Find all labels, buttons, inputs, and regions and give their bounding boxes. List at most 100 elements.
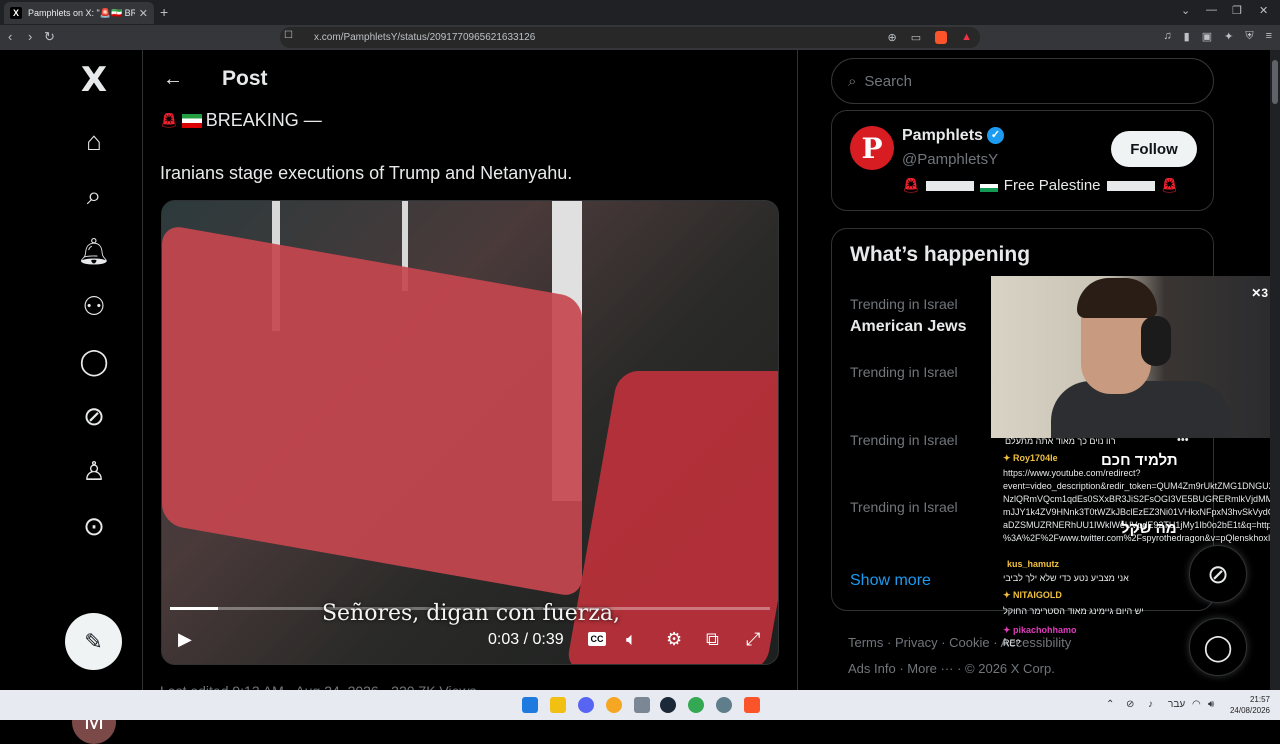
new-tab-icon[interactable]: +	[160, 4, 168, 20]
tray-network-icon[interactable]: ⊘	[1126, 699, 1134, 710]
captions-button[interactable]: CC	[588, 632, 606, 646]
music-icon[interactable]: ♫	[1163, 30, 1171, 43]
messages-fab-button[interactable]: ◯	[1189, 618, 1247, 676]
chat-username-text: pikachohhamo	[1013, 625, 1077, 635]
grok-icon[interactable]: ⊘	[74, 396, 114, 436]
pamphlets-avatar[interactable]: P	[850, 126, 894, 170]
webcam-person-hair	[1077, 278, 1157, 318]
x-logo-icon[interactable]: X	[74, 60, 114, 100]
tray-wifi-icon[interactable]: ◠	[1192, 699, 1201, 710]
tray-time: 21:57	[1249, 695, 1270, 704]
profile-name[interactable]: Pamphlets ✓	[902, 127, 1004, 145]
follow-icon[interactable]: ⚇	[74, 286, 114, 326]
footer-link-terms[interactable]: Terms	[848, 635, 883, 650]
fullscreen-icon[interactable]: ⤢	[746, 629, 760, 650]
browser-tab[interactable]: X Pamphlets on X: "🚨🇮🇷 BREAKING ✕	[4, 2, 154, 24]
chrome-canary-icon[interactable]	[606, 697, 622, 713]
profile-name-text: Pamphlets	[902, 127, 983, 144]
rewards-icon[interactable]: ▲	[961, 31, 972, 44]
ai-icon[interactable]: ✦	[1224, 30, 1233, 43]
stream-logo-icon: ✕3	[1251, 286, 1268, 300]
tray-language[interactable]: עבר	[1168, 699, 1185, 710]
scrollbar-thumb[interactable]	[1272, 60, 1278, 104]
back-arrow-icon[interactable]: ←	[163, 68, 183, 91]
follow-button[interactable]: Follow	[1111, 131, 1197, 167]
wallet-icon[interactable]: ▣	[1202, 30, 1212, 43]
tab-close-icon[interactable]: ✕	[139, 7, 148, 20]
footer-link-cookie[interactable]: Cookie	[949, 635, 989, 650]
scrollbar[interactable]	[1270, 50, 1280, 690]
messages-icon[interactable]: ◯	[74, 341, 114, 381]
iran-flag-icon	[181, 113, 202, 128]
windows-taskbar: ⌃ ⊘ ♪ עבר ◠ 🔊︎ 21:57 24/08/2026	[0, 690, 1280, 720]
browser-tab-strip: X Pamphlets on X: "🚨🇮🇷 BREAKING ✕ + ⌄ — …	[0, 0, 1280, 25]
siren-icon: 🚨︎	[160, 112, 178, 128]
video-frame-flag	[162, 223, 582, 599]
grok-icon: ⊘	[1207, 558, 1229, 589]
brave-shields-icon[interactable]	[935, 31, 948, 44]
search-input[interactable]: ⌕ Search	[831, 58, 1214, 104]
palestine-flag-icon	[979, 179, 998, 192]
messages-icon: ◯	[1203, 631, 1233, 662]
siren-icon: 🚨︎	[902, 177, 920, 193]
explore-icon[interactable]: ⌕	[74, 176, 114, 216]
trend-title[interactable]: American Jews	[850, 318, 967, 336]
bookmark-icon[interactable]: ☐	[284, 30, 293, 41]
minimize-icon[interactable]: —	[1206, 4, 1217, 16]
start-icon[interactable]	[522, 697, 538, 713]
app-icon[interactable]	[688, 697, 704, 713]
chat-username: ✦ Roy1704le	[1003, 453, 1058, 463]
extensions-bar: ♫ ▮ ▣ ✦ ⛨ ≡	[1163, 30, 1272, 43]
forward-nav-icon[interactable]: ›	[28, 29, 32, 44]
tray-clock[interactable]: 21:57 24/08/2026	[1230, 694, 1270, 716]
footer-link-privacy[interactable]: Privacy	[895, 635, 938, 650]
video-player[interactable]: Señores, digan con fuerza, ▶ 0:03 / 0:39…	[161, 200, 779, 665]
chat-username-text: Roy1704le	[1013, 453, 1058, 463]
settings-gear-icon[interactable]: ⚙	[666, 629, 682, 650]
tray-mic-icon[interactable]: ♪	[1148, 699, 1153, 710]
chat-username: kus_hamutz	[1007, 559, 1060, 569]
more-icon[interactable]: ⊙	[74, 506, 114, 546]
notifications-icon[interactable]: 🔔︎	[74, 231, 114, 271]
trend-category: Trending in Israel	[850, 296, 958, 312]
zoom-icon[interactable]: ⊕	[887, 31, 896, 44]
cast-icon[interactable]: ▭	[911, 31, 921, 44]
pip-icon[interactable]: ⧉	[706, 629, 719, 650]
show-more-link[interactable]: Show more	[850, 572, 931, 590]
maximize-icon[interactable]: ❐	[1232, 4, 1242, 17]
profile-icon[interactable]: ♙	[74, 451, 114, 491]
home-icon[interactable]: ⌂	[74, 121, 114, 161]
app-icon[interactable]	[634, 697, 650, 713]
back-nav-icon[interactable]: ‹	[8, 29, 12, 44]
sidebar-icon[interactable]: ▮	[1184, 30, 1190, 43]
file-explorer-icon[interactable]	[550, 697, 566, 713]
close-window-icon[interactable]: ✕	[1259, 4, 1268, 17]
footer-copyright: © 2026 X Corp.	[965, 661, 1055, 676]
compose-post-button[interactable]: ✎	[65, 613, 122, 670]
tray-chevron-icon[interactable]: ⌃	[1106, 699, 1114, 710]
tray-volume-icon[interactable]: 🔊︎	[1208, 699, 1214, 710]
play-icon[interactable]: ▶	[178, 629, 192, 650]
footer-link-ads[interactable]: Ads Info	[848, 661, 896, 676]
grok-fab-button[interactable]: ⊘	[1189, 545, 1247, 603]
omnibox[interactable]: ☐ x.com/PamphletsY/status/20917709656216…	[280, 27, 980, 48]
chat-line: %3A%2F%2Fwww.twitter.com%2Fspyrothedrago…	[1003, 533, 1271, 543]
left-navigation: X ⌂ ⌕ 🔔︎ ⚇ ◯ ⊘ ♙ ⊙ ✎ M	[0, 50, 143, 744]
chat-username: ✦ pikachohhamo	[1003, 625, 1077, 635]
steam-icon[interactable]	[660, 697, 676, 713]
vpn-icon[interactable]: ⛨	[1245, 30, 1253, 43]
siren-icon: 🚨︎	[1160, 177, 1179, 193]
main-column: ← Post 🚨︎ BREAKING — Iranians stage exec…	[143, 50, 798, 699]
brave-icon[interactable]	[744, 697, 760, 713]
reload-icon[interactable]: ↻	[44, 29, 55, 45]
menu-icon[interactable]: ≡	[1266, 30, 1272, 43]
tab-search-icon[interactable]: ⌄	[1181, 4, 1190, 17]
settings-icon[interactable]	[716, 697, 732, 713]
video-subtitle: Señores, digan con fuerza,	[321, 601, 621, 626]
volume-icon[interactable]: 🔈︎	[626, 629, 637, 650]
verified-badge-icon: ✓	[986, 127, 1004, 145]
page-title: Post	[222, 67, 268, 90]
footer-link-more[interactable]: More ···	[907, 661, 953, 676]
discord-icon[interactable]	[578, 697, 594, 713]
search-placeholder: Search	[864, 72, 912, 90]
